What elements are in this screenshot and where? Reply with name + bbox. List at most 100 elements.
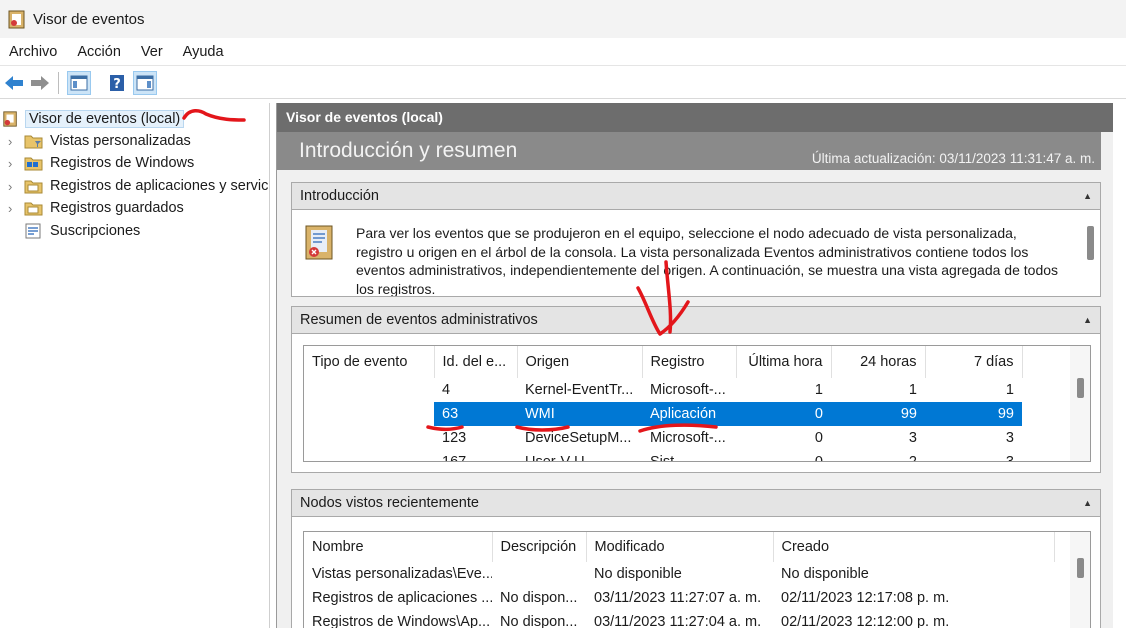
column-header[interactable]: Nombre [304, 532, 493, 562]
table-row[interactable]: 4 Kernel-EventTr... Microsoft-... 1 1 1 [304, 378, 1022, 402]
column-header[interactable]: Registro [642, 346, 737, 378]
recent-scrollbar-track[interactable] [1070, 532, 1090, 628]
tree-node-suscripciones[interactable]: Suscripciones [8, 220, 140, 242]
table-row[interactable]: Registros de Windows\Ap... No dispon... … [304, 610, 1054, 628]
cell: 4 [442, 382, 451, 398]
table-row[interactable]: 167 User-V-U-... Sist... 0 2 3 [304, 450, 1022, 462]
folder-filter-icon [24, 135, 43, 149]
menu-ver[interactable]: Ver [131, 38, 173, 66]
column-header[interactable]: 7 días [925, 346, 1023, 378]
cell: Registros de aplicaciones ... [312, 590, 492, 606]
overview-title: Introducción y resumen [299, 139, 518, 162]
cell: User-V-U-... [525, 454, 602, 462]
summary-section-body: Tipo de evento Id. del e... Origen Regis… [291, 334, 1101, 473]
content-header: Visor de eventos (local) [277, 103, 1113, 132]
cell [304, 426, 434, 450]
cell: Aplicación [642, 402, 736, 426]
collapse-icon[interactable]: ▲ [1083, 490, 1092, 517]
collapse-icon[interactable]: ▲ [1083, 183, 1092, 210]
chevron-right-icon[interactable]: › [8, 201, 20, 216]
tree-node-label: Registros guardados [50, 200, 184, 216]
cell: 99 [831, 402, 925, 426]
column-header[interactable]: Origen [517, 346, 643, 378]
column-header[interactable]: Tipo de evento [304, 346, 435, 378]
show-hide-action-pane-button[interactable] [133, 70, 157, 95]
column-header[interactable]: Id. del e... [434, 346, 518, 378]
chevron-right-icon[interactable]: › [8, 179, 20, 194]
subscriptions-icon [25, 223, 41, 239]
recent-scrollbar-thumb[interactable] [1077, 558, 1084, 578]
back-button[interactable] [2, 71, 26, 95]
recent-section: Nodos vistos recientemente ▲ Nombre Desc… [291, 489, 1101, 628]
menu-ayuda[interactable]: Ayuda [173, 38, 234, 66]
event-viewer-large-icon [305, 225, 333, 260]
action-pane-icon [136, 75, 154, 90]
help-button[interactable]: ? [105, 71, 129, 95]
folder-icon [24, 180, 43, 194]
intro-scrollbar-thumb[interactable] [1087, 226, 1094, 260]
intro-section-body: Para ver los eventos que se produjeron e… [291, 210, 1101, 297]
column-header[interactable]: Descripción [492, 532, 587, 562]
column-header[interactable]: Creado [773, 532, 1055, 562]
cell: 167 [442, 454, 467, 462]
help-icon: ? [110, 74, 124, 92]
menu-archivo[interactable]: Archivo [0, 38, 67, 66]
tree-node-label: Vistas personalizadas [50, 133, 191, 149]
tree-node-root[interactable]: Visor de eventos (local) [2, 108, 185, 130]
tree-node-registros-windows[interactable]: › Registros de Windows [8, 152, 194, 174]
column-header[interactable]: 24 horas [831, 346, 926, 378]
cell: Vistas personalizadas\Eve... [312, 566, 492, 582]
recent-section-header[interactable]: Nodos vistos recientemente ▲ [291, 489, 1101, 517]
summary-scrollbar-track[interactable] [1070, 346, 1090, 461]
table-row[interactable]: 123 DeviceSetupM... Microsoft-... 0 3 3 [304, 426, 1022, 450]
recent-section-title: Nodos vistos recientemente [300, 495, 479, 511]
tree-node-label: Registros de aplicaciones y servic [50, 178, 269, 194]
cell: 123 [442, 430, 467, 446]
cell: 02/11/2023 12:17:08 p. m. [781, 590, 950, 606]
event-viewer-icon [3, 111, 17, 127]
forward-button[interactable] [28, 71, 52, 95]
tree-node-registros-guardados[interactable]: › Registros guardados [8, 197, 184, 219]
overview-banner: Introducción y resumen Última actualizac… [277, 132, 1113, 170]
summary-section-header[interactable]: Resumen de eventos administrativos ▲ [291, 306, 1101, 334]
intro-section-header[interactable]: Introducción ▲ [291, 182, 1101, 210]
column-header[interactable]: Modificado [586, 532, 774, 562]
table-row-selected[interactable]: 63 WMI Aplicación 0 99 99 [304, 402, 1022, 426]
folder-icon [24, 202, 43, 216]
tree-node-label: Suscripciones [50, 223, 141, 239]
cell: No disponible [781, 566, 869, 582]
recent-header-row: Nombre Descripción Modificado Creado [304, 532, 1055, 562]
tree-node-vistas-personalizadas[interactable]: › Vistas personalizadas [8, 130, 191, 152]
cell: No dispon... [500, 590, 578, 606]
toolbar-separator [58, 71, 59, 94]
table-row[interactable]: Vistas personalizadas\Eve... No disponib… [304, 562, 1054, 586]
cell: 3 [908, 430, 917, 446]
cell: 0 [814, 430, 823, 446]
cell [304, 450, 434, 461]
chevron-right-icon[interactable]: › [8, 134, 20, 149]
show-hide-console-tree-button[interactable] [67, 70, 91, 95]
intro-text: Para ver los eventos que se produjeron e… [356, 225, 1059, 297]
summary-header-row: Tipo de evento Id. del e... Origen Regis… [304, 346, 1023, 378]
summary-grid-frame: Tipo de evento Id. del e... Origen Regis… [303, 345, 1091, 462]
intro-section: Introducción ▲ Para ver los eventos que … [291, 182, 1101, 297]
cell [492, 562, 586, 586]
last-update-label: Última actualización: 03/11/2023 11:31:4… [811, 151, 1095, 166]
column-header[interactable]: Última hora [736, 346, 832, 378]
tree-node-registros-aplicaciones[interactable]: › Registros de aplicaciones y servic [8, 175, 268, 197]
menu-accion[interactable]: Acción [67, 38, 131, 66]
summary-table: Tipo de evento Id. del e... Origen Regis… [304, 346, 1023, 462]
cell: 02/11/2023 12:12:00 p. m. [781, 614, 950, 628]
cell: 99 [925, 402, 1022, 426]
collapse-icon[interactable]: ▲ [1083, 307, 1092, 334]
cell [304, 402, 434, 426]
cell: 3 [1005, 454, 1014, 462]
cell: WMI [517, 402, 642, 426]
cell: 1 [814, 382, 823, 398]
chevron-right-icon[interactable]: › [8, 156, 20, 171]
table-row[interactable]: Registros de aplicaciones ... No dispon.… [304, 586, 1054, 610]
cell: 0 [814, 454, 823, 462]
content-scrollbar-track[interactable] [1101, 132, 1113, 628]
tree-node-root-label: Visor de eventos (local) [25, 110, 185, 128]
summary-scrollbar-thumb[interactable] [1077, 378, 1084, 398]
